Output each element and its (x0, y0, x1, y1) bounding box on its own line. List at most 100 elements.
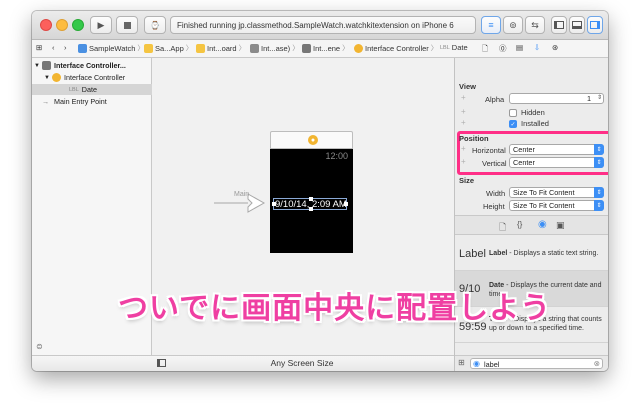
library-search-value: label (484, 360, 500, 369)
position-section-title: Position (459, 134, 489, 143)
jump-item-storyboard[interactable]: Int...ase) 〉 (250, 43, 299, 53)
back-icon[interactable]: ‹ (52, 43, 55, 52)
object-library-icon[interactable]: ◉ (538, 219, 547, 230)
view-section-title: View (459, 82, 476, 91)
scene-icon (302, 43, 311, 53)
main-entry-label: Main (234, 191, 250, 198)
installed-checkbox[interactable]: ✓ (509, 120, 517, 128)
grid-view-icon[interactable]: ⊞ (458, 358, 465, 367)
standard-editor-button[interactable]: ≡ (481, 16, 501, 34)
jump-item-group[interactable]: Sa...App 〉 (144, 43, 193, 53)
vertical-popup[interactable]: Center ⇕ (509, 157, 604, 168)
scene-icon (42, 61, 51, 70)
popup-arrows-icon: ⇕ (594, 144, 604, 155)
resize-handle[interactable] (272, 202, 276, 206)
toggle-debug-button[interactable] (569, 16, 585, 34)
plus-icon[interactable]: + (461, 118, 466, 127)
window-toolbar: ▶ ⌚ Finished running jp.classmethod.Samp… (32, 11, 608, 40)
hidden-label: Hidden (521, 108, 545, 117)
identity-icon[interactable]: ▤ (516, 43, 523, 52)
resize-handle[interactable] (309, 197, 313, 201)
disclosure-down-icon[interactable]: ▼ (32, 75, 50, 81)
outline-controller-row[interactable]: ▼ Interface Controller (32, 72, 152, 83)
library-item-label[interactable]: Label Label - Displays a static text str… (455, 235, 608, 271)
jump-item-storyboard-folder[interactable]: Int...oard 〉 (196, 43, 246, 53)
library-tab-bar: 🗋 {} ◉ ▣ (455, 215, 608, 235)
controller-icon (354, 43, 363, 53)
vertical-label: Vertical (482, 159, 507, 168)
stepper-icon[interactable]: ⇕ (597, 94, 602, 101)
filter-icon[interactable]: ⊜ (36, 342, 43, 351)
library-search-field[interactable]: ◉ label ⊗ (470, 358, 603, 369)
label-description: Label - Displays a static text string. (489, 250, 599, 257)
stop-icon (123, 21, 131, 29)
label-icon: LBL (440, 44, 450, 51)
activity-viewer: Finished running jp.classmethod.SampleWa… (170, 16, 476, 34)
run-button[interactable]: ▶ (90, 16, 112, 34)
document-icon[interactable]: 🗋 (482, 43, 488, 56)
alpha-label: Alpha (485, 95, 505, 104)
height-popup[interactable]: Size To Fit Content ⇕ (509, 200, 604, 211)
storyboard-icon (250, 43, 259, 53)
folder-icon (196, 43, 205, 53)
toggle-utilities-button[interactable] (587, 16, 603, 34)
toggle-navigator-button[interactable] (551, 16, 567, 34)
assistant-editor-button[interactable]: ⊚ (503, 16, 523, 34)
arrows-icon: ⇆ (531, 19, 539, 30)
lines-icon: ≡ (488, 20, 494, 30)
width-popup[interactable]: Size To Fit Content ⇕ (509, 187, 604, 198)
scene-dock[interactable]: ● (270, 131, 353, 149)
minimize-window-button[interactable] (56, 19, 68, 31)
disclosure-down-icon[interactable]: ▼ (32, 63, 40, 69)
resize-handle[interactable] (344, 202, 348, 206)
bottom-panel-icon (572, 21, 582, 29)
connections-icon[interactable]: ⊛ (552, 43, 558, 52)
watch-status-time: 12:00 (325, 151, 348, 161)
scheme-icon: ⌚ (150, 20, 160, 30)
size-section-title: Size (459, 176, 475, 185)
caption-overlay: ついでに画面中央に配置しよう (118, 285, 588, 325)
watch-interface[interactable]: 12:00 9/10/14, 2:09 AM (270, 149, 353, 253)
file-template-icon[interactable]: 🗋 (499, 220, 506, 236)
hidden-checkbox[interactable] (509, 109, 517, 117)
plus-icon[interactable]: + (461, 157, 466, 166)
popup-arrows-icon: ⇕ (594, 187, 604, 198)
plus-icon[interactable]: + (461, 144, 466, 153)
grid-icon[interactable]: ⊞ (36, 43, 42, 52)
width-label: Width (486, 189, 506, 198)
height-label: Height (483, 202, 505, 211)
attributes-icon[interactable]: ⇩ (534, 43, 540, 52)
main-entry-arrow-head (247, 193, 266, 213)
resize-handle[interactable] (309, 207, 313, 211)
activity-status-text: Finished running jp.classmethod.SampleWa… (177, 20, 454, 30)
horizontal-popup[interactable]: Center ⇕ (509, 144, 604, 155)
jump-item-controller[interactable]: Interface Controller 〉 (354, 43, 438, 53)
help-icon[interactable]: ⓪ (499, 43, 507, 54)
jump-item-project[interactable]: SampleWatch 〉 (78, 43, 144, 53)
label-preview: Label (459, 248, 486, 260)
scheme-selector[interactable]: ⌚ (144, 16, 166, 34)
outline-entry-point-row[interactable]: → Main Entry Point (32, 96, 152, 107)
installed-label: Installed (521, 119, 549, 128)
jump-item-date[interactable]: LBL Date (440, 43, 468, 52)
right-panel-icon (590, 21, 600, 29)
zoom-window-button[interactable] (72, 19, 84, 31)
outline-scene-row[interactable]: ▼ Interface Controller... (32, 60, 152, 71)
media-library-icon[interactable]: ▣ (556, 220, 565, 231)
plus-icon[interactable]: + (461, 107, 466, 116)
code-snippet-icon[interactable]: {} (517, 220, 522, 229)
version-editor-button[interactable]: ⇆ (525, 16, 545, 34)
horizontal-label: Horizontal (472, 146, 506, 155)
alpha-field[interactable]: 1 ⇕ (509, 93, 604, 104)
popup-arrows-icon: ⇕ (594, 200, 604, 211)
close-window-button[interactable] (40, 19, 52, 31)
clear-search-icon[interactable]: ⊗ (594, 359, 600, 368)
stop-button[interactable] (116, 16, 138, 34)
plus-icon[interactable]: + (461, 93, 466, 102)
play-icon: ▶ (97, 19, 105, 30)
outline-date-row[interactable]: LBL Date (32, 84, 152, 95)
jump-item-scene[interactable]: Int...ene 〉 (302, 43, 349, 53)
label-icon: LBL (69, 86, 79, 93)
forward-icon[interactable]: › (64, 43, 67, 52)
date-label-selection[interactable]: 9/10/14, 2:09 AM (272, 197, 348, 211)
